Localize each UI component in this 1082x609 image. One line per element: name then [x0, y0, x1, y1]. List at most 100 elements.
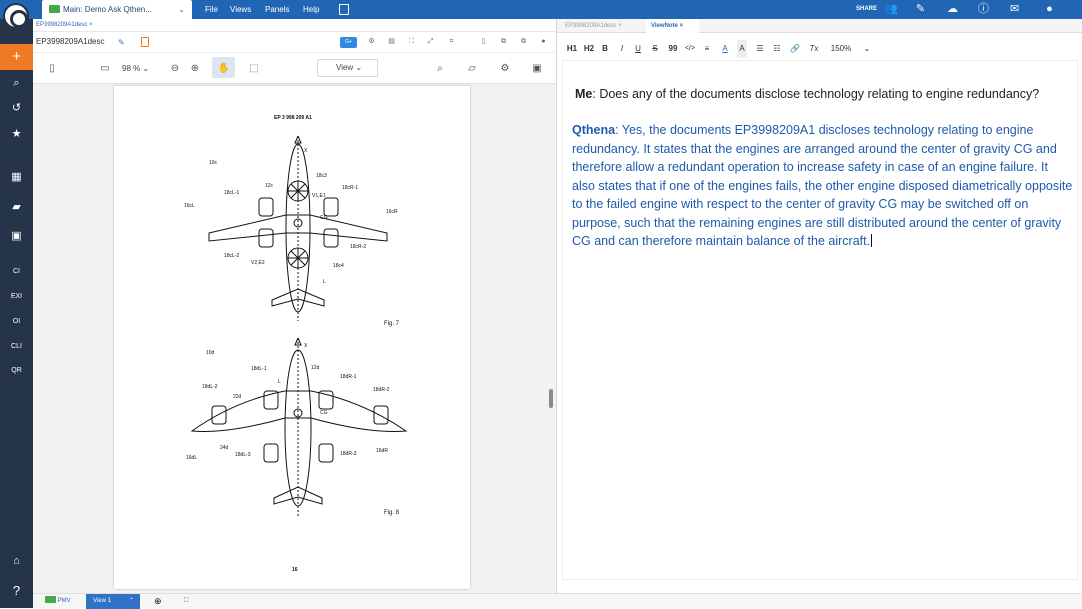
- duplicate-icon[interactable]: ⧉: [519, 37, 528, 47]
- clear-format-button[interactable]: Tx: [808, 40, 820, 58]
- view-note-editor[interactable]: Me: Does any of the documents disclose t…: [562, 60, 1078, 580]
- close-icon[interactable]: ×: [89, 22, 93, 28]
- history-icon[interactable]: ↺: [0, 97, 33, 119]
- star-icon[interactable]: ★: [0, 123, 33, 145]
- menu-panels[interactable]: Panels: [265, 0, 289, 19]
- text-cursor: [871, 234, 873, 247]
- fig8-label: 22d: [233, 394, 242, 400]
- sidebar-label-oi[interactable]: OI: [0, 318, 33, 325]
- add-view-icon[interactable]: ⊕: [154, 594, 164, 609]
- fig7-label: 16cR: [386, 209, 398, 215]
- align-button[interactable]: ≡: [702, 40, 712, 58]
- settings-icon[interactable]: ⚙: [367, 37, 376, 47]
- fig7-label: X: [304, 148, 308, 154]
- grid-add-icon[interactable]: ▦: [0, 166, 33, 188]
- users-icon[interactable]: 👥: [884, 3, 898, 16]
- pdf-page: EP 3 998 209 A1 X 10c 12c 18c3 18cR-1 18…: [114, 86, 470, 589]
- editor-zoom[interactable]: 150%: [826, 40, 856, 58]
- info-icon[interactable]: ●: [539, 37, 548, 47]
- fig7-label: 18c4: [333, 263, 344, 269]
- document-title: EP3998209A1desc: [36, 37, 105, 46]
- zoom-in-icon[interactable]: ⊕: [189, 61, 201, 76]
- bullet-list-button[interactable]: ☰: [755, 40, 765, 58]
- save-icon[interactable]: ▣: [531, 61, 543, 76]
- pmv-tab[interactable]: PMV: [45, 594, 71, 609]
- page-icon[interactable]: ▭: [99, 61, 111, 76]
- sidebar-label-qr[interactable]: QR: [0, 367, 33, 374]
- menu-views[interactable]: Views: [230, 0, 251, 19]
- settings-icon[interactable]: ⚙: [499, 61, 511, 76]
- document-tab-strip: EP3998209A1desc ×: [33, 19, 556, 32]
- italic-button[interactable]: I: [618, 40, 626, 58]
- heading2-button[interactable]: H2: [583, 40, 595, 58]
- collapse-icon[interactable]: ⌗: [447, 37, 456, 47]
- comment-icon[interactable]: ▤: [387, 37, 396, 47]
- search-icon[interactable]: ⌕: [0, 72, 33, 94]
- highlight-button[interactable]: A: [737, 40, 747, 58]
- split-resize-handle[interactable]: [549, 389, 553, 408]
- zoom-out-icon[interactable]: ⊖: [169, 61, 181, 76]
- ordered-list-button[interactable]: ☷: [772, 40, 782, 58]
- add-button[interactable]: G+: [340, 37, 357, 48]
- save-icon[interactable]: [339, 4, 349, 15]
- chevron-down-icon[interactable]: ⌄: [862, 40, 872, 58]
- rich-text-toolbar: H1 H2 B I U S 99 </> ≡ A A ☰ ☷ 🔗 Tx 150%…: [557, 40, 1082, 58]
- pencil-icon[interactable]: ✎: [118, 38, 127, 47]
- note-tab-strip: EP3998209A1desc × ViewNote ×: [557, 19, 1082, 33]
- search-icon[interactable]: ⌕: [434, 61, 446, 76]
- view-select-value: View: [336, 63, 354, 72]
- info-icon[interactable]: ⓘ: [977, 3, 990, 16]
- fullscreen-icon[interactable]: ⛶: [184, 594, 188, 609]
- zoom-level[interactable]: 98 % ⌄: [122, 61, 158, 76]
- link-icon[interactable]: 🔗: [790, 40, 800, 58]
- code-button[interactable]: </>: [684, 40, 696, 58]
- close-icon[interactable]: ×: [618, 23, 622, 29]
- tab-document-desc[interactable]: EP3998209A1desc ×: [565, 19, 622, 33]
- bold-button[interactable]: B: [601, 40, 609, 58]
- panel-icon[interactable]: ▣: [0, 225, 33, 247]
- folder-edit-icon[interactable]: ▰: [0, 196, 33, 218]
- expand-icon[interactable]: ⛶: [407, 37, 416, 47]
- sidebar-toggle-icon[interactable]: ▯: [46, 61, 58, 76]
- fig7-label: 10c: [209, 160, 218, 166]
- strikethrough-button[interactable]: S: [651, 40, 659, 58]
- app-logo[interactable]: [3, 3, 29, 29]
- mail-icon[interactable]: ✉: [1008, 3, 1021, 16]
- add-icon[interactable]: +: [0, 44, 33, 70]
- home-icon[interactable]: ⌂: [0, 550, 33, 572]
- fullscreen-icon[interactable]: ⤢: [426, 37, 435, 47]
- underline-button[interactable]: U: [634, 40, 642, 58]
- sidebar-label-exi[interactable]: EXI: [0, 293, 33, 300]
- cloud-upload-icon[interactable]: ☁: [946, 3, 959, 16]
- page-icon[interactable]: ▯: [479, 37, 488, 47]
- tab-viewnote[interactable]: ViewNote ×: [646, 19, 699, 33]
- user-icon[interactable]: ●: [1043, 3, 1056, 16]
- quote-button[interactable]: 99: [668, 40, 678, 58]
- main-workspace-tab[interactable]: Main: Demo Ask Qthen... ⌄: [42, 0, 192, 19]
- fig8-label: 18dL-2: [202, 384, 218, 390]
- fig8-label: 16dL: [186, 455, 197, 461]
- sidebar-label-ci[interactable]: CI: [0, 268, 33, 275]
- close-icon[interactable]: ×: [680, 23, 684, 29]
- chevron-up-icon[interactable]: ⌃: [129, 594, 134, 609]
- document-icon[interactable]: [141, 37, 149, 47]
- heading1-button[interactable]: H1: [566, 40, 578, 58]
- document-tab[interactable]: EP3998209A1desc ×: [36, 19, 93, 32]
- copy-icon[interactable]: ⧉: [499, 37, 508, 47]
- help-icon[interactable]: ?: [0, 580, 33, 602]
- fig8-label: X: [304, 343, 308, 349]
- text-color-button[interactable]: A: [720, 40, 730, 58]
- menu-file[interactable]: File: [205, 0, 218, 19]
- sidebar-label-cli[interactable]: CLI: [0, 343, 33, 350]
- menu-help[interactable]: Help: [303, 0, 319, 19]
- assistant-answer: Qthena: Yes, the documents EP3998209A1 d…: [572, 121, 1074, 251]
- chat-icon[interactable]: ▱: [466, 61, 478, 76]
- view-select[interactable]: View ⌄: [317, 59, 378, 77]
- zoom-value: 98 %: [122, 64, 141, 73]
- edit-icon[interactable]: ✎: [914, 3, 927, 16]
- fig8-label: 16dR: [376, 448, 388, 454]
- speaker-me: Me: [575, 87, 593, 101]
- fig8-label: CG: [320, 410, 328, 416]
- share-label[interactable]: SHARE: [856, 0, 877, 19]
- selection-icon[interactable]: ⬚: [248, 61, 260, 76]
